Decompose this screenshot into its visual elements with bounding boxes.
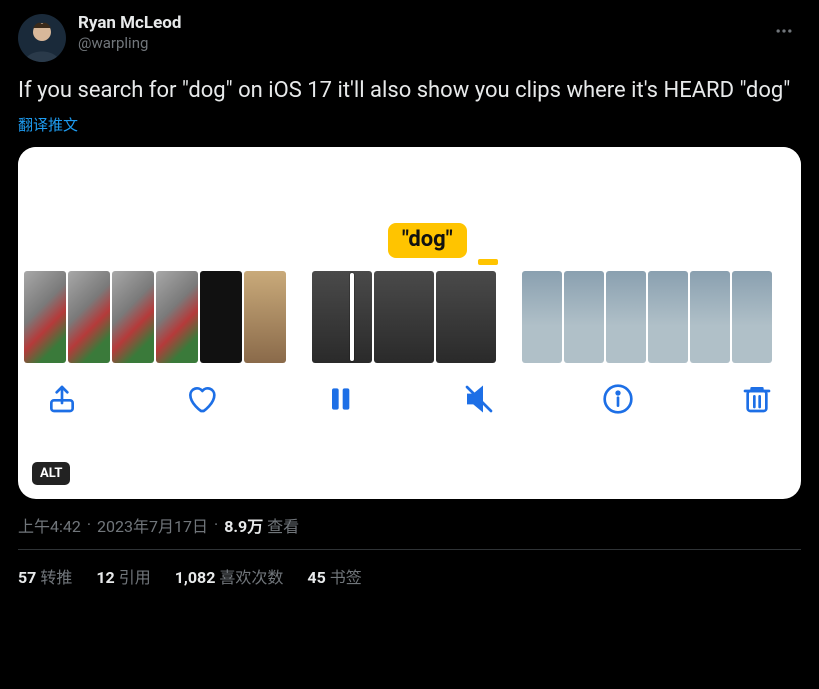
heart-button[interactable] [185,383,217,415]
clip-thumbnail [68,271,110,363]
retweets-stat[interactable]: 57转推 [18,564,72,588]
video-scrubber-timeline[interactable] [18,269,801,365]
tweet-stats: 57转推 12引用 1,082喜欢次数 45书签 [18,550,801,588]
audio-match-marker [478,259,498,265]
views-count: 8.9万 [224,517,263,536]
clip-thumbnail [690,271,730,363]
more-options-button[interactable] [767,14,801,48]
clip-group-3 [522,269,772,365]
media-toolbar [18,365,801,415]
likes-stat[interactable]: 1,082喜欢次数 [175,564,284,588]
pause-button[interactable] [324,383,356,415]
tweet-date[interactable]: 2023年7月17日 [97,513,208,537]
clip-thumbnail [648,271,688,363]
clip-thumbnail [244,271,286,363]
clip-thumbnail [374,271,434,363]
tweet-header: Ryan McLeod @warpling [18,14,801,62]
clip-group-1 [24,269,286,365]
media-attachment[interactable]: "dog" [18,147,801,499]
user-handle[interactable]: @warpling [78,35,181,52]
avatar[interactable] [18,14,66,62]
mute-button[interactable] [463,383,495,415]
clip-thumbnail [732,271,772,363]
display-name[interactable]: Ryan McLeod [78,14,181,33]
bookmarks-stat[interactable]: 45书签 [307,564,361,588]
clip-thumbnail [112,271,154,363]
clip-thumbnail [24,271,66,363]
alt-badge[interactable]: ALT [32,462,70,485]
clip-thumbnail [200,271,242,363]
clip-thumbnail [436,271,496,363]
tweet-text: If you search for "dog" on iOS 17 it'll … [18,76,801,106]
quotes-stat[interactable]: 12引用 [96,564,150,588]
clip-group-2 [312,269,496,365]
clip-thumbnail [156,271,198,363]
tweet-container: Ryan McLeod @warpling If you search for … [0,0,819,588]
share-button[interactable] [46,383,78,415]
search-term-bubble: "dog" [388,223,467,258]
tweet-meta: 上午4:42 · 2023年7月17日 · 8.9万 查看 [18,513,801,537]
playhead-indicator[interactable] [350,273,354,361]
clip-thumbnail [606,271,646,363]
info-button[interactable] [602,383,634,415]
views-label: 查看 [267,517,299,536]
trash-button[interactable] [741,383,773,415]
clip-thumbnail [312,271,372,363]
tweet-time[interactable]: 上午4:42 [18,513,81,537]
translate-link[interactable]: 翻译推文 [18,114,78,135]
clip-thumbnail [564,271,604,363]
clip-thumbnail [522,271,562,363]
